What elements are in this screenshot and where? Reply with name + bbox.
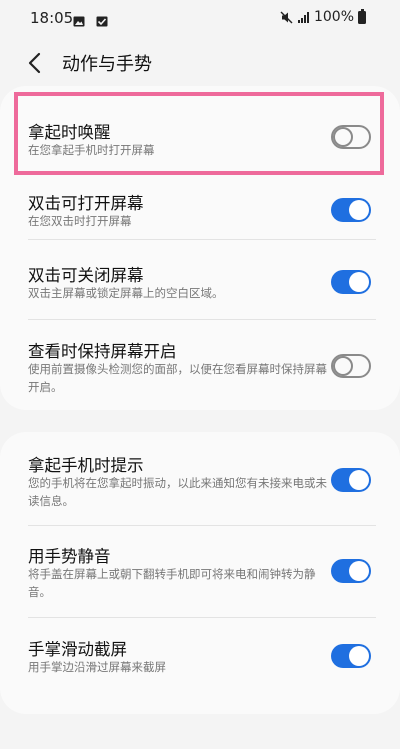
toggle-knob	[349, 470, 369, 490]
setting-title: 双击可关闭屏幕	[28, 266, 144, 285]
settings-card-2: 拿起手机时提示 您的手机将在您拿起时振动，以此来通知您有未接来电或未读信息。 用…	[0, 432, 400, 714]
setting-subtitle: 使用前置摄像头检测您的面部，以便在您看屏幕时保持屏幕开启。	[28, 362, 327, 394]
setting-row-smart-stay[interactable]: 查看时保持屏幕开启 使用前置摄像头检测您的面部，以便在您看屏幕时保持屏幕开启。	[0, 320, 400, 410]
setting-title: 手掌滑动截屏	[28, 640, 127, 659]
status-right: 100%	[280, 8, 366, 25]
status-bar: 18:05 100%	[0, 0, 400, 36]
setting-row-gesture-mute[interactable]: 用手势静音 将手盖在屏幕上或朝下翻转手机即可将来电和闹钟转为静音。	[0, 526, 400, 618]
setting-subtitle: 在您双击时打开屏幕	[28, 214, 132, 228]
setting-subtitle: 双击主屏幕或锁定屏幕上的空白区域。	[28, 286, 224, 300]
setting-subtitle: 用手掌边沿滑过屏幕来截屏	[28, 660, 166, 674]
toggle-double-tap-off[interactable]	[331, 270, 371, 294]
image-icon	[73, 16, 85, 27]
toggle-palm-swipe[interactable]	[331, 644, 371, 668]
setting-title: 用手势静音	[28, 547, 111, 566]
toggle-pickup-alert[interactable]	[331, 468, 371, 492]
setting-row-pickup-alert[interactable]: 拿起手机时提示 您的手机将在您拿起时振动，以此来通知您有未接来电或未读信息。	[0, 432, 400, 532]
toggle-knob	[333, 356, 353, 376]
setting-title: 拿起手机时提示	[28, 456, 144, 475]
setting-row-double-tap-off[interactable]: 双击可关闭屏幕 双击主屏幕或锁定屏幕上的空白区域。	[0, 240, 400, 320]
page-title: 动作与手势	[62, 54, 152, 75]
toggle-double-tap-on[interactable]	[331, 198, 371, 222]
setting-row-palm-swipe[interactable]: 手掌滑动截屏 用手掌边沿滑过屏幕来截屏	[0, 618, 400, 708]
toggle-knob	[349, 646, 369, 666]
setting-subtitle: 将手盖在屏幕上或朝下翻转手机即可将来电和闹钟转为静音。	[28, 567, 316, 599]
chevron-left-icon	[28, 52, 41, 74]
battery-percent: 100%	[313, 9, 354, 25]
battery-icon	[358, 8, 366, 24]
checkbox-icon	[96, 16, 108, 27]
status-notification-icons	[73, 11, 114, 30]
toggle-smart-stay[interactable]	[331, 354, 371, 378]
toggle-knob	[349, 561, 369, 581]
toggle-knob	[349, 272, 369, 292]
highlight-annotation	[14, 92, 384, 175]
status-time: 18:05	[30, 9, 74, 27]
back-button[interactable]	[22, 49, 50, 77]
toggle-gesture-mute[interactable]	[331, 559, 371, 583]
setting-title: 双击可打开屏幕	[28, 194, 144, 213]
toggle-knob	[349, 200, 369, 220]
mute-icon	[280, 11, 293, 23]
setting-row-double-tap-on[interactable]: 双击可打开屏幕 在您双击时打开屏幕	[0, 166, 400, 246]
signal-icon	[297, 11, 309, 23]
setting-subtitle: 您的手机将在您拿起时振动，以此来通知您有未接来电或未读信息。	[28, 476, 327, 508]
app-header: 动作与手势	[0, 40, 400, 84]
setting-title: 查看时保持屏幕开启	[28, 342, 177, 361]
